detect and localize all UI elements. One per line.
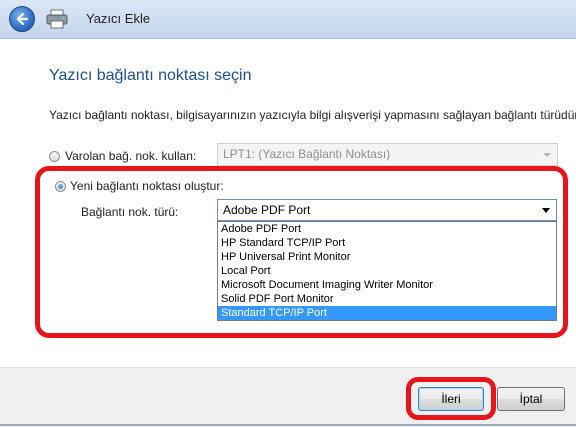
existing-port-label: Varolan bağ. nok. kullan:	[65, 149, 197, 163]
existing-port-select[interactable]: LPT1: (Yazıcı Bağlantı Noktası)	[217, 143, 558, 166]
port-type-dropdown: Adobe PDF Port HP Standard TCP/IP Port H…	[217, 221, 557, 321]
dropdown-option-adobe-pdf-port[interactable]: Adobe PDF Port	[218, 222, 556, 236]
window-title: Yazıcı Ekle	[86, 11, 151, 26]
dropdown-option-hp-standard-tcpip-port[interactable]: HP Standard TCP/IP Port	[218, 236, 556, 250]
next-button[interactable]: İleri	[418, 387, 484, 411]
title-bar: Yazıcı Ekle	[0, 0, 576, 39]
wizard-footer: İleri İptal	[0, 367, 576, 427]
dropdown-option-solid-pdf-port-monitor[interactable]: Solid PDF Port Monitor	[218, 292, 556, 306]
dropdown-option-hp-universal-print-monitor[interactable]: HP Universal Print Monitor	[218, 250, 556, 264]
dropdown-option-ms-document-imaging-writer-monitor[interactable]: Microsoft Document Imaging Writer Monito…	[218, 278, 556, 292]
dropdown-option-local-port[interactable]: Local Port	[218, 264, 556, 278]
chevron-down-icon	[542, 208, 550, 213]
port-type-select[interactable]: Adobe PDF Port	[217, 199, 557, 221]
page-heading: Yazıcı bağlantı noktası seçin	[49, 67, 252, 84]
port-type-value: Adobe PDF Port	[223, 203, 311, 217]
chevron-down-icon	[543, 153, 551, 157]
cancel-button[interactable]: İptal	[497, 387, 565, 411]
existing-port-radio[interactable]	[49, 151, 60, 162]
port-type-label: Bağlantı nok. türü:	[81, 205, 179, 219]
dropdown-option-standard-tcpip-port[interactable]: Standard TCP/IP Port	[218, 306, 556, 320]
printer-icon	[46, 9, 68, 29]
back-button[interactable]	[9, 6, 35, 32]
back-arrow-icon	[16, 12, 29, 26]
new-port-radio[interactable]	[55, 181, 66, 192]
page-description: Yazıcı bağlantı noktası, bilgisayarınızı…	[49, 108, 576, 122]
new-port-label: Yeni bağlantı noktası oluştur:	[70, 179, 224, 193]
existing-port-value: LPT1: (Yazıcı Bağlantı Noktası)	[223, 147, 391, 161]
